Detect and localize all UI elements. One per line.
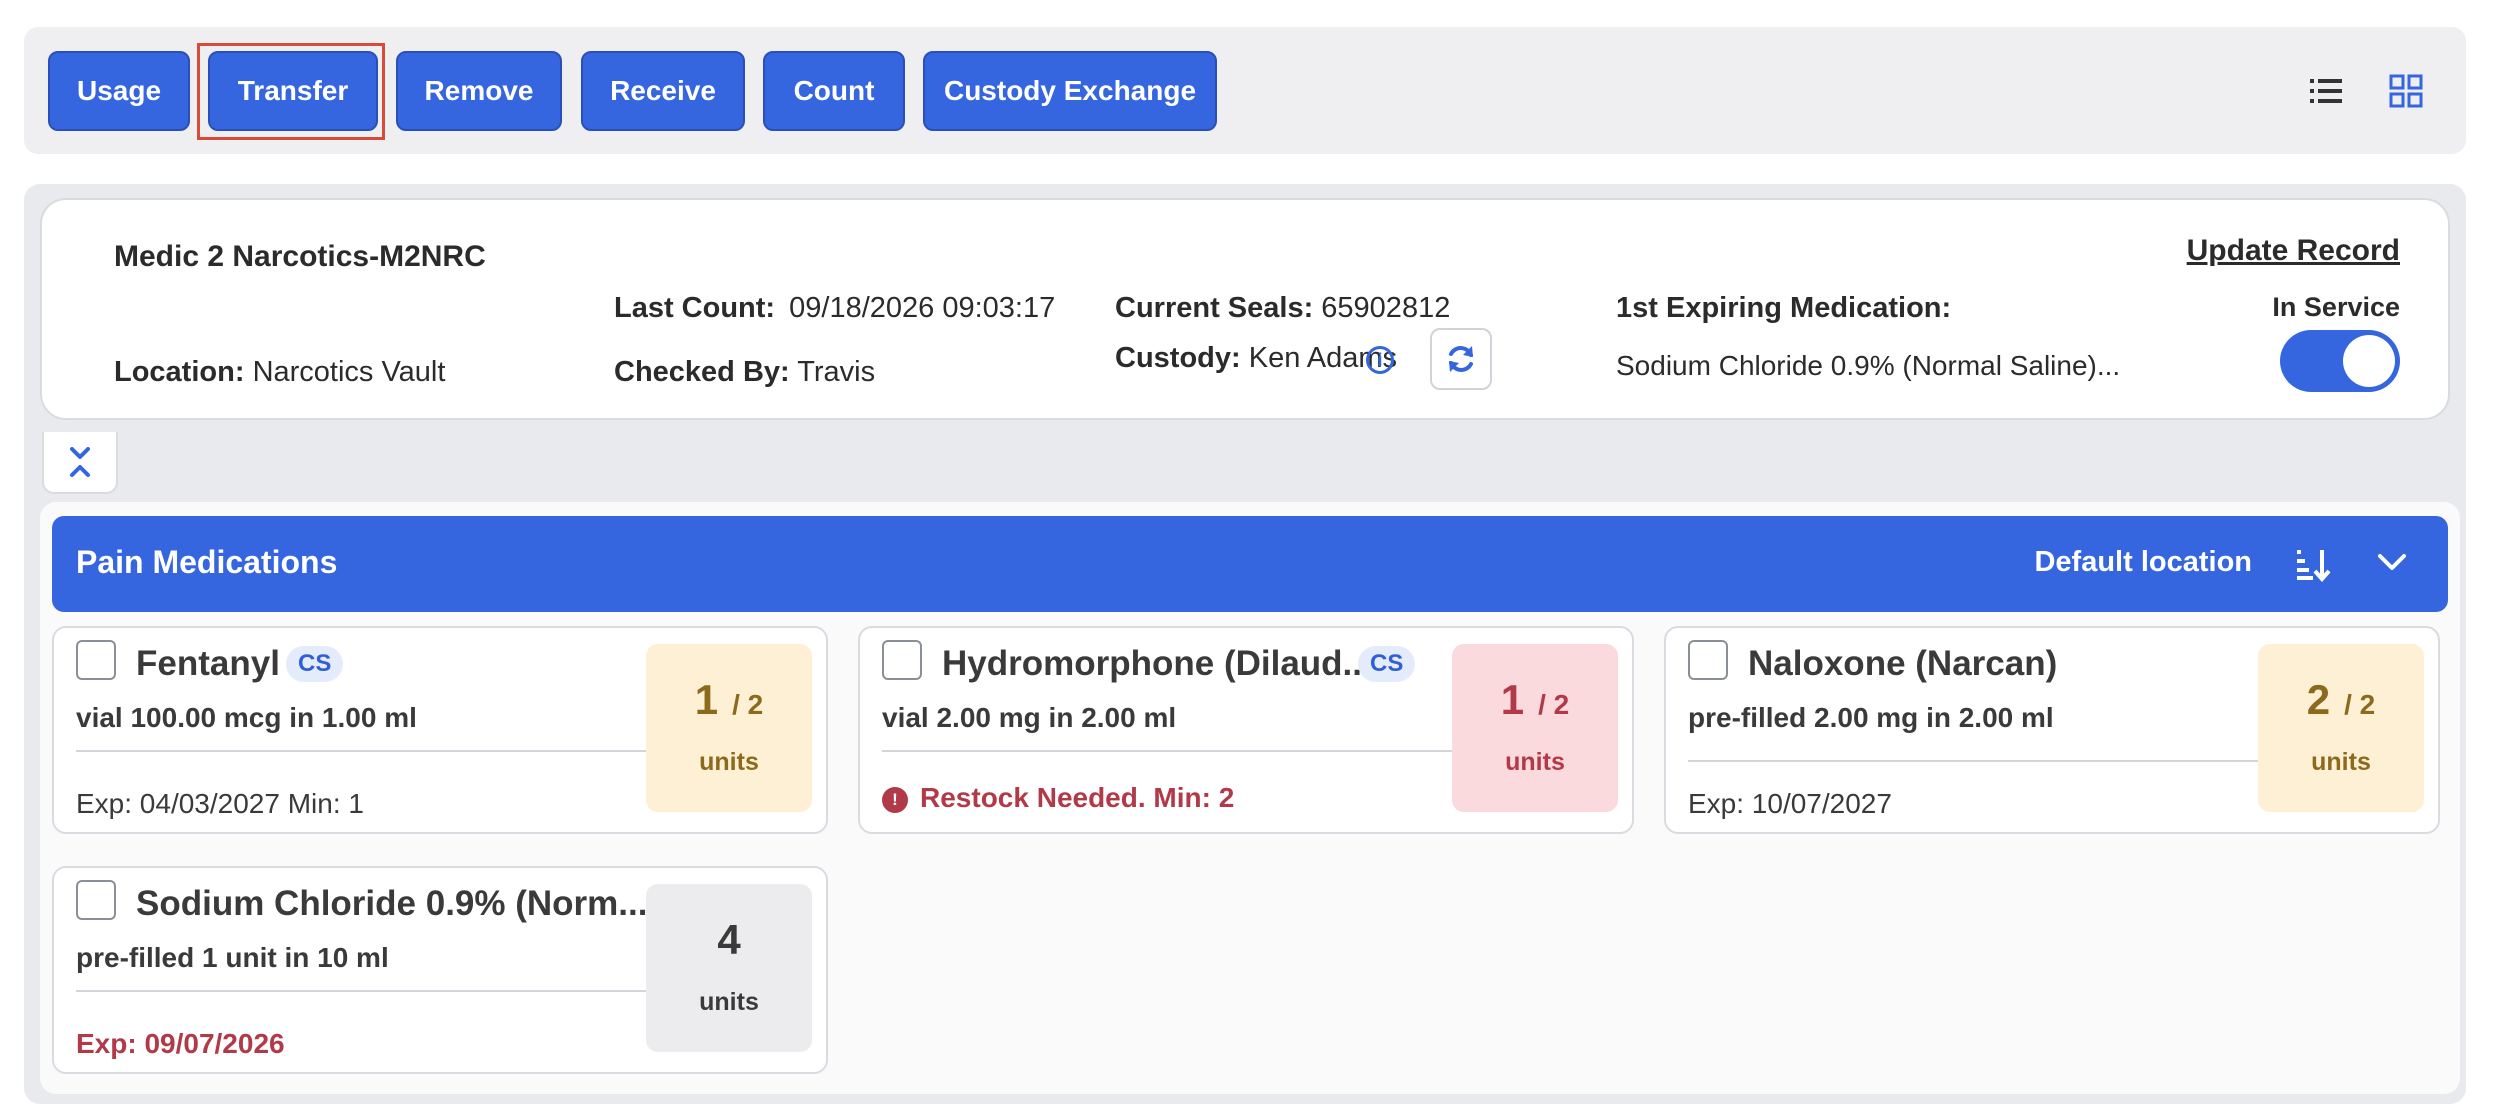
seals-value: 65902812 xyxy=(1321,292,1451,324)
med-checkbox[interactable] xyxy=(76,640,116,680)
usage-button[interactable]: Usage xyxy=(48,51,190,131)
unit-panel: Medic 2 Narcotics-M2NRC Update Record Lo… xyxy=(24,184,2466,1104)
quantity-unit: units xyxy=(699,748,759,776)
last-count-field: Last Count: 09/18/2026 09:03:17 xyxy=(614,292,1055,325)
med-checkbox[interactable] xyxy=(882,640,922,680)
service-label: In Service xyxy=(2272,292,2400,322)
med-description: vial 100.00 mcg in 1.00 ml xyxy=(76,702,417,733)
quantity-box: 1 / 2 units xyxy=(1452,644,1618,812)
divider xyxy=(76,750,646,752)
in-service-toggle[interactable] xyxy=(2280,330,2400,392)
collapse-details-button[interactable] xyxy=(42,432,118,494)
grid-view-icon[interactable] xyxy=(2386,71,2426,111)
med-expiry: Exp: 04/03/2027 Min: 1 xyxy=(76,788,364,819)
med-card-sodium-chloride[interactable]: Sodium Chloride 0.9% (Norm... pre-filled… xyxy=(52,866,828,1074)
seals-field: Current Seals: 65902812 xyxy=(1115,292,1450,325)
quantity-box: 2 / 2 units xyxy=(2258,644,2424,812)
custody-field: Custody: Ken Adams xyxy=(1115,342,1397,375)
unit-info-card: Medic 2 Narcotics-M2NRC Update Record Lo… xyxy=(40,198,2450,420)
chevron-down-icon[interactable] xyxy=(2376,550,2408,576)
med-card-fentanyl[interactable]: Fentanyl CS vial 100.00 mcg in 1.00 ml E… xyxy=(52,626,828,834)
med-description: pre-filled 1 unit in 10 ml xyxy=(76,942,389,973)
expiring-value: Sodium Chloride 0.9% (Normal Saline)... xyxy=(1616,350,2121,381)
toggle-knob xyxy=(2343,335,2395,387)
update-record-link[interactable]: Update Record xyxy=(2187,234,2400,268)
custody-exchange-button[interactable]: Custody Exchange xyxy=(923,51,1217,131)
med-name: Sodium Chloride 0.9% (Norm... xyxy=(136,884,648,923)
med-checkbox[interactable] xyxy=(1688,640,1728,680)
list-view-icon[interactable] xyxy=(2306,71,2346,111)
unit-name: Medic 2 Narcotics-M2NRC xyxy=(114,240,486,273)
divider xyxy=(76,990,646,992)
seals-label: Current Seals: xyxy=(1115,292,1314,324)
location-label: Location: xyxy=(114,356,245,388)
quantity-box: 4 units xyxy=(646,884,812,1052)
alert-icon: ! xyxy=(882,787,908,813)
par-level: / 2 xyxy=(2344,689,2376,720)
refresh-icon xyxy=(1449,346,1473,372)
action-toolbar: Usage Transfer Remove Receive Count Cust… xyxy=(24,27,2466,154)
med-description: vial 2.00 mg in 2.00 ml xyxy=(882,702,1177,733)
receive-button[interactable]: Receive xyxy=(581,51,745,131)
quantity-unit: units xyxy=(1505,748,1565,776)
med-card-hydromorphone[interactable]: Hydromorphone (Dilaud... CS vial 2.00 mg… xyxy=(858,626,1634,834)
refresh-custody-button[interactable] xyxy=(1430,328,1492,390)
quantity-unit: units xyxy=(2311,748,2371,776)
par-level: / 2 xyxy=(1538,689,1570,720)
med-name: Naloxone (Narcan) xyxy=(1748,644,2058,683)
collapse-chevrons-icon xyxy=(70,447,90,477)
med-name: Hydromorphone (Dilaud... xyxy=(942,644,1372,683)
last-count-label: Last Count: xyxy=(614,292,776,324)
location-value: Narcotics Vault xyxy=(252,356,446,388)
custody-info-icon[interactable]: i xyxy=(1366,346,1394,374)
med-checkbox[interactable] xyxy=(76,880,116,920)
checked-by-field: Checked By: Travis xyxy=(614,356,875,389)
quantity-value: 2 xyxy=(2306,676,2331,723)
custody-label: Custody: xyxy=(1115,342,1241,374)
category-header: Pain Medications Default location xyxy=(52,516,2448,612)
checked-by-value: Travis xyxy=(797,356,876,388)
med-card-naloxone[interactable]: Naloxone (Narcan) pre-filled 2.00 mg in … xyxy=(1664,626,2440,834)
category-title: Pain Medications xyxy=(76,544,338,580)
cs-badge: CS xyxy=(286,646,344,682)
quantity-box: 1 / 2 units xyxy=(646,644,812,812)
location-field: Location: Narcotics Vault xyxy=(114,356,445,389)
restock-warning: ! Restock Needed. Min: 2 xyxy=(882,782,1234,814)
transfer-button[interactable]: Transfer xyxy=(208,51,378,131)
med-expiry: Exp: 10/07/2027 xyxy=(1688,788,1892,819)
restock-text: Restock Needed. Min: 2 xyxy=(920,782,1235,813)
quantity-value: 1 xyxy=(1500,676,1525,723)
checked-by-label: Checked By: xyxy=(614,356,790,388)
last-count-value: 09/18/2026 09:03:17 xyxy=(789,292,1056,324)
count-button[interactable]: Count xyxy=(763,51,905,131)
category-section: Pain Medications Default location Fentan… xyxy=(40,502,2460,1094)
med-name: Fentanyl xyxy=(136,644,280,683)
quantity-value: 4 xyxy=(717,916,741,963)
sort-icon[interactable] xyxy=(2294,546,2332,582)
divider xyxy=(1688,760,2258,762)
par-level: / 2 xyxy=(732,689,764,720)
divider xyxy=(882,750,1452,752)
remove-button[interactable]: Remove xyxy=(396,51,562,131)
expiring-label: 1st Expiring Medication: xyxy=(1616,292,1952,324)
quantity-value: 1 xyxy=(694,676,719,723)
med-description: pre-filled 2.00 mg in 2.00 ml xyxy=(1688,702,2054,733)
quantity-unit: units xyxy=(699,988,759,1016)
cs-badge: CS xyxy=(1358,646,1416,682)
category-location[interactable]: Default location xyxy=(2034,546,2252,579)
med-expiry: Exp: 09/07/2026 xyxy=(76,1028,285,1059)
